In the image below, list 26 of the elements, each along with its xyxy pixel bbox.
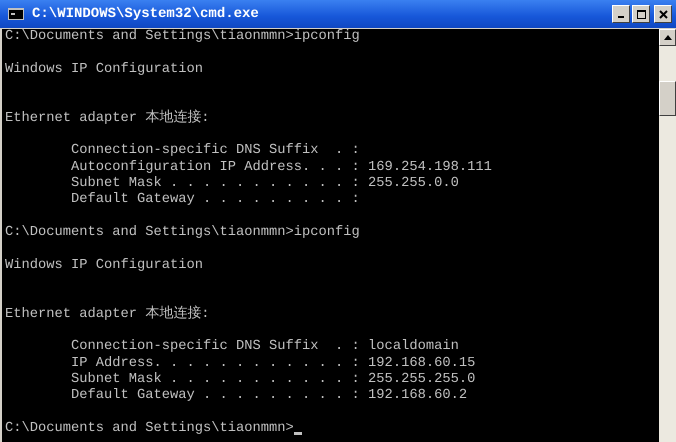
console-line: Connection-specific DNS Suffix . : bbox=[70, 143, 360, 160]
console-line: Autoconfiguration IP Address. . . : 169.254.198.111 bbox=[70, 160, 492, 176]
console-line: Windows IP Configuration bbox=[5, 258, 204, 274]
scroll-thumb[interactable] bbox=[659, 81, 676, 116]
console-line: C:\Documents and Settings\tiaonmmn>ipconfig bbox=[5, 224, 360, 242]
close-button[interactable] bbox=[654, 5, 672, 23]
console-icon bbox=[8, 8, 24, 20]
console-line: Ethernet adapter 本地连接: bbox=[5, 306, 210, 323]
console-line: C:\Documents and Settings\tiaonmmn>ipconfig bbox=[5, 29, 360, 46]
console-line: Connection-specific DNS Suffix . : localdomain bbox=[70, 339, 459, 356]
window-title: C:\WINDOWS\System32\cmd.exe bbox=[32, 6, 259, 22]
console-line: Ethernet adapter 本地连接: bbox=[5, 110, 210, 127]
console-line: Default Gateway . . . . . . . . . : 192.168.60.2 bbox=[70, 388, 468, 405]
console-line: Windows IP Configuration bbox=[5, 62, 204, 78]
console-line: Default Gateway . . . . . . . . . : bbox=[70, 192, 360, 209]
scroll-up-button[interactable] bbox=[659, 29, 676, 46]
up-arrow-icon bbox=[664, 35, 672, 40]
close-icon bbox=[658, 10, 668, 18]
console-line: Subnet Mask . . . . . . . . . . . : 255.255.255.0 bbox=[70, 372, 476, 388]
scrollbar[interactable] bbox=[659, 29, 676, 442]
maximize-icon bbox=[636, 10, 646, 18]
console-line: IP Address. . . . . . . . . . . . : 192.168.60.15 bbox=[70, 356, 476, 372]
minimize-button[interactable] bbox=[612, 5, 630, 23]
maximize-button[interactable] bbox=[632, 5, 650, 23]
console-line: Subnet Mask . . . . . . . . . . . : 255.255.0.0 bbox=[70, 176, 459, 192]
console-line: C:\Documents and Settings\tiaonmmn> bbox=[5, 420, 294, 438]
